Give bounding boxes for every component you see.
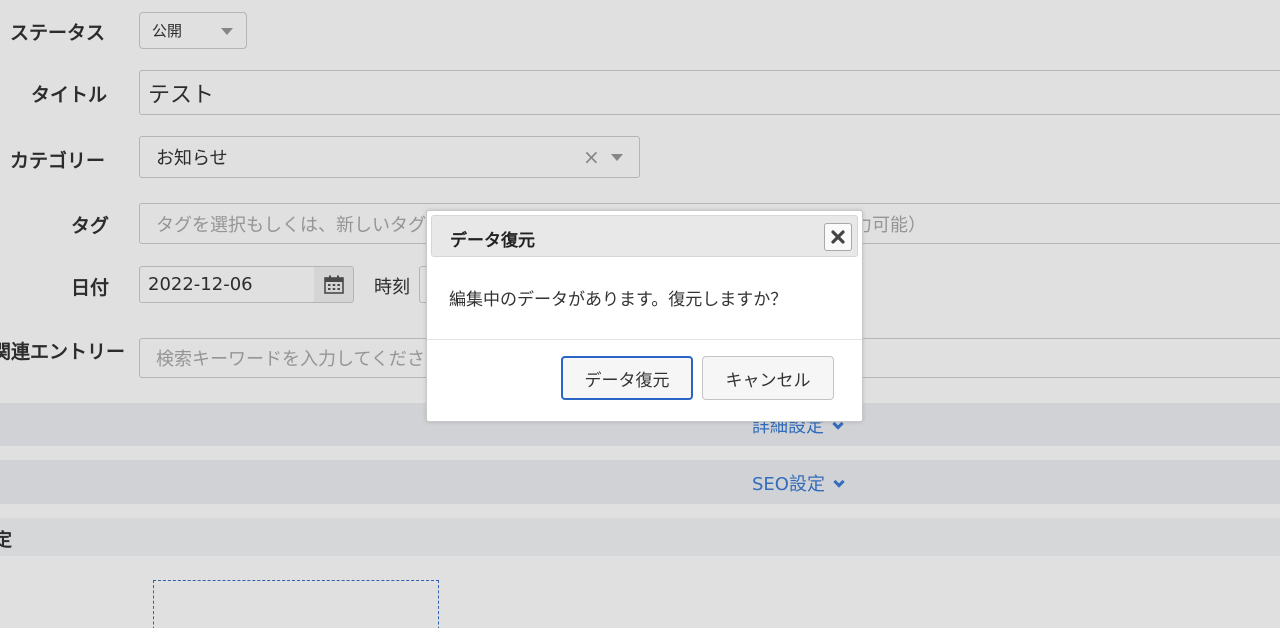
cancel-button[interactable]: キャンセル [702,356,834,400]
dialog-titlebar[interactable]: データ復元 [431,215,858,257]
restore-dialog: データ復元 編集中のデータがあります。復元しますか？ データ復元 キャンセル [426,210,863,422]
entry-edit-page: ステータス 公開 タイトル テスト カテゴリー お知らせ × タグ タグを選択も… [0,0,1280,628]
close-icon [831,230,845,244]
restore-data-button[interactable]: データ復元 [561,356,693,400]
dialog-close-button[interactable] [824,223,852,251]
dialog-message: 編集中のデータがあります。復元しますか？ [449,290,788,310]
dialog-title: データ復元 [450,231,535,251]
dialog-divider [427,339,862,340]
